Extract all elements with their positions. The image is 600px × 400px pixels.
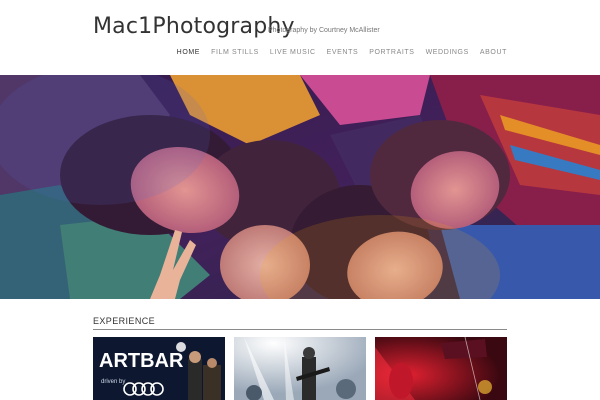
hero-photo: [0, 75, 600, 299]
thumbnail-artbar-photo: ARTBAR driven by: [93, 337, 225, 400]
site-tagline: Photography by Courtney McAllister: [268, 27, 380, 34]
nav-item-events[interactable]: EVENTS: [327, 49, 359, 56]
section-divider: [93, 329, 507, 330]
artbar-sponsor-text: driven by: [101, 379, 125, 385]
thumbnail-red-stage[interactable]: [375, 337, 507, 400]
thumbnail-live-music[interactable]: [234, 337, 366, 400]
nav-item-portraits[interactable]: PORTRAITS: [369, 49, 414, 56]
nav-item-film-stills[interactable]: FILM STILLS: [211, 49, 259, 56]
nav-item-about[interactable]: ABOUT: [480, 49, 507, 56]
thumbnail-artbar[interactable]: ARTBAR driven by: [93, 337, 225, 400]
site-title[interactable]: Mac1Photography: [93, 14, 295, 39]
artbar-sign-text: ARTBAR: [99, 350, 184, 372]
thumbnail-red-stage-photo: [375, 337, 507, 400]
section-heading-experience: EXPERIENCE: [93, 316, 156, 326]
main-nav: HOME FILM STILLS LIVE MUSIC EVENTS PORTR…: [177, 49, 507, 56]
nav-item-weddings[interactable]: WEDDINGS: [426, 49, 469, 56]
thumbnail-live-music-photo: [234, 337, 366, 400]
nav-item-home[interactable]: HOME: [177, 49, 200, 56]
hero-image: [0, 75, 600, 299]
nav-item-live-music[interactable]: LIVE MUSIC: [270, 49, 316, 56]
